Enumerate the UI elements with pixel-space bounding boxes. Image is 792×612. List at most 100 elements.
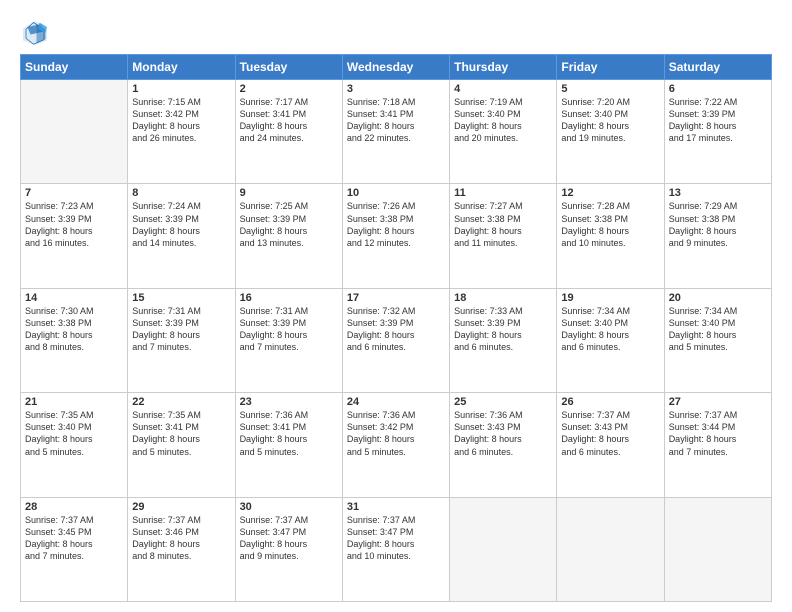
day-cell: 31Sunrise: 7:37 AMSunset: 3:47 PMDayligh… — [342, 497, 449, 601]
day-number: 17 — [347, 292, 445, 304]
day-number: 9 — [240, 187, 338, 199]
day-info: Sunrise: 7:31 AMSunset: 3:39 PMDaylight:… — [132, 305, 230, 354]
header — [20, 18, 772, 48]
day-info: Sunrise: 7:36 AMSunset: 3:43 PMDaylight:… — [454, 409, 552, 458]
day-number: 28 — [25, 501, 123, 513]
day-cell: 29Sunrise: 7:37 AMSunset: 3:46 PMDayligh… — [128, 497, 235, 601]
day-number: 1 — [132, 83, 230, 95]
day-cell: 4Sunrise: 7:19 AMSunset: 3:40 PMDaylight… — [450, 80, 557, 184]
day-cell: 2Sunrise: 7:17 AMSunset: 3:41 PMDaylight… — [235, 80, 342, 184]
day-number: 4 — [454, 83, 552, 95]
day-info: Sunrise: 7:35 AMSunset: 3:40 PMDaylight:… — [25, 409, 123, 458]
day-cell: 19Sunrise: 7:34 AMSunset: 3:40 PMDayligh… — [557, 288, 664, 392]
day-number: 23 — [240, 396, 338, 408]
day-cell: 22Sunrise: 7:35 AMSunset: 3:41 PMDayligh… — [128, 393, 235, 497]
day-info: Sunrise: 7:28 AMSunset: 3:38 PMDaylight:… — [561, 200, 659, 249]
day-cell: 9Sunrise: 7:25 AMSunset: 3:39 PMDaylight… — [235, 184, 342, 288]
day-number: 12 — [561, 187, 659, 199]
day-cell: 17Sunrise: 7:32 AMSunset: 3:39 PMDayligh… — [342, 288, 449, 392]
day-number: 18 — [454, 292, 552, 304]
day-number: 5 — [561, 83, 659, 95]
day-info: Sunrise: 7:35 AMSunset: 3:41 PMDaylight:… — [132, 409, 230, 458]
day-number: 16 — [240, 292, 338, 304]
logo — [20, 18, 54, 48]
day-cell: 12Sunrise: 7:28 AMSunset: 3:38 PMDayligh… — [557, 184, 664, 288]
day-cell: 5Sunrise: 7:20 AMSunset: 3:40 PMDaylight… — [557, 80, 664, 184]
logo-icon — [20, 18, 50, 48]
day-number: 27 — [669, 396, 767, 408]
day-cell: 14Sunrise: 7:30 AMSunset: 3:38 PMDayligh… — [21, 288, 128, 392]
week-row-3: 14Sunrise: 7:30 AMSunset: 3:38 PMDayligh… — [21, 288, 772, 392]
day-info: Sunrise: 7:37 AMSunset: 3:45 PMDaylight:… — [25, 514, 123, 563]
day-info: Sunrise: 7:15 AMSunset: 3:42 PMDaylight:… — [132, 96, 230, 145]
col-header-friday: Friday — [557, 55, 664, 80]
day-info: Sunrise: 7:37 AMSunset: 3:47 PMDaylight:… — [240, 514, 338, 563]
day-cell: 18Sunrise: 7:33 AMSunset: 3:39 PMDayligh… — [450, 288, 557, 392]
col-header-sunday: Sunday — [21, 55, 128, 80]
day-cell: 26Sunrise: 7:37 AMSunset: 3:43 PMDayligh… — [557, 393, 664, 497]
day-info: Sunrise: 7:32 AMSunset: 3:39 PMDaylight:… — [347, 305, 445, 354]
week-row-5: 28Sunrise: 7:37 AMSunset: 3:45 PMDayligh… — [21, 497, 772, 601]
day-number: 2 — [240, 83, 338, 95]
day-number: 29 — [132, 501, 230, 513]
day-info: Sunrise: 7:30 AMSunset: 3:38 PMDaylight:… — [25, 305, 123, 354]
day-cell: 16Sunrise: 7:31 AMSunset: 3:39 PMDayligh… — [235, 288, 342, 392]
day-number: 11 — [454, 187, 552, 199]
day-cell — [557, 497, 664, 601]
day-info: Sunrise: 7:19 AMSunset: 3:40 PMDaylight:… — [454, 96, 552, 145]
calendar-table: SundayMondayTuesdayWednesdayThursdayFrid… — [20, 54, 772, 602]
day-number: 13 — [669, 187, 767, 199]
day-info: Sunrise: 7:20 AMSunset: 3:40 PMDaylight:… — [561, 96, 659, 145]
day-cell — [450, 497, 557, 601]
day-cell — [664, 497, 771, 601]
col-header-monday: Monday — [128, 55, 235, 80]
day-number: 19 — [561, 292, 659, 304]
day-number: 20 — [669, 292, 767, 304]
page: SundayMondayTuesdayWednesdayThursdayFrid… — [0, 0, 792, 612]
day-info: Sunrise: 7:26 AMSunset: 3:38 PMDaylight:… — [347, 200, 445, 249]
day-cell: 13Sunrise: 7:29 AMSunset: 3:38 PMDayligh… — [664, 184, 771, 288]
week-row-4: 21Sunrise: 7:35 AMSunset: 3:40 PMDayligh… — [21, 393, 772, 497]
col-header-saturday: Saturday — [664, 55, 771, 80]
day-cell: 1Sunrise: 7:15 AMSunset: 3:42 PMDaylight… — [128, 80, 235, 184]
day-info: Sunrise: 7:34 AMSunset: 3:40 PMDaylight:… — [669, 305, 767, 354]
day-cell: 3Sunrise: 7:18 AMSunset: 3:41 PMDaylight… — [342, 80, 449, 184]
day-info: Sunrise: 7:22 AMSunset: 3:39 PMDaylight:… — [669, 96, 767, 145]
day-cell: 24Sunrise: 7:36 AMSunset: 3:42 PMDayligh… — [342, 393, 449, 497]
day-info: Sunrise: 7:37 AMSunset: 3:47 PMDaylight:… — [347, 514, 445, 563]
col-header-thursday: Thursday — [450, 55, 557, 80]
day-info: Sunrise: 7:37 AMSunset: 3:46 PMDaylight:… — [132, 514, 230, 563]
day-info: Sunrise: 7:34 AMSunset: 3:40 PMDaylight:… — [561, 305, 659, 354]
day-number: 7 — [25, 187, 123, 199]
day-number: 24 — [347, 396, 445, 408]
day-cell: 6Sunrise: 7:22 AMSunset: 3:39 PMDaylight… — [664, 80, 771, 184]
day-number: 31 — [347, 501, 445, 513]
day-info: Sunrise: 7:36 AMSunset: 3:42 PMDaylight:… — [347, 409, 445, 458]
day-info: Sunrise: 7:17 AMSunset: 3:41 PMDaylight:… — [240, 96, 338, 145]
day-cell: 7Sunrise: 7:23 AMSunset: 3:39 PMDaylight… — [21, 184, 128, 288]
day-number: 22 — [132, 396, 230, 408]
day-cell: 11Sunrise: 7:27 AMSunset: 3:38 PMDayligh… — [450, 184, 557, 288]
day-info: Sunrise: 7:29 AMSunset: 3:38 PMDaylight:… — [669, 200, 767, 249]
header-row: SundayMondayTuesdayWednesdayThursdayFrid… — [21, 55, 772, 80]
day-cell: 15Sunrise: 7:31 AMSunset: 3:39 PMDayligh… — [128, 288, 235, 392]
day-info: Sunrise: 7:18 AMSunset: 3:41 PMDaylight:… — [347, 96, 445, 145]
day-number: 14 — [25, 292, 123, 304]
day-cell: 20Sunrise: 7:34 AMSunset: 3:40 PMDayligh… — [664, 288, 771, 392]
day-info: Sunrise: 7:37 AMSunset: 3:44 PMDaylight:… — [669, 409, 767, 458]
day-info: Sunrise: 7:33 AMSunset: 3:39 PMDaylight:… — [454, 305, 552, 354]
day-info: Sunrise: 7:23 AMSunset: 3:39 PMDaylight:… — [25, 200, 123, 249]
week-row-1: 1Sunrise: 7:15 AMSunset: 3:42 PMDaylight… — [21, 80, 772, 184]
day-cell: 28Sunrise: 7:37 AMSunset: 3:45 PMDayligh… — [21, 497, 128, 601]
day-info: Sunrise: 7:27 AMSunset: 3:38 PMDaylight:… — [454, 200, 552, 249]
day-info: Sunrise: 7:36 AMSunset: 3:41 PMDaylight:… — [240, 409, 338, 458]
day-cell: 30Sunrise: 7:37 AMSunset: 3:47 PMDayligh… — [235, 497, 342, 601]
day-info: Sunrise: 7:37 AMSunset: 3:43 PMDaylight:… — [561, 409, 659, 458]
day-info: Sunrise: 7:31 AMSunset: 3:39 PMDaylight:… — [240, 305, 338, 354]
day-cell: 25Sunrise: 7:36 AMSunset: 3:43 PMDayligh… — [450, 393, 557, 497]
day-info: Sunrise: 7:24 AMSunset: 3:39 PMDaylight:… — [132, 200, 230, 249]
day-cell: 10Sunrise: 7:26 AMSunset: 3:38 PMDayligh… — [342, 184, 449, 288]
day-number: 26 — [561, 396, 659, 408]
day-number: 25 — [454, 396, 552, 408]
day-number: 30 — [240, 501, 338, 513]
